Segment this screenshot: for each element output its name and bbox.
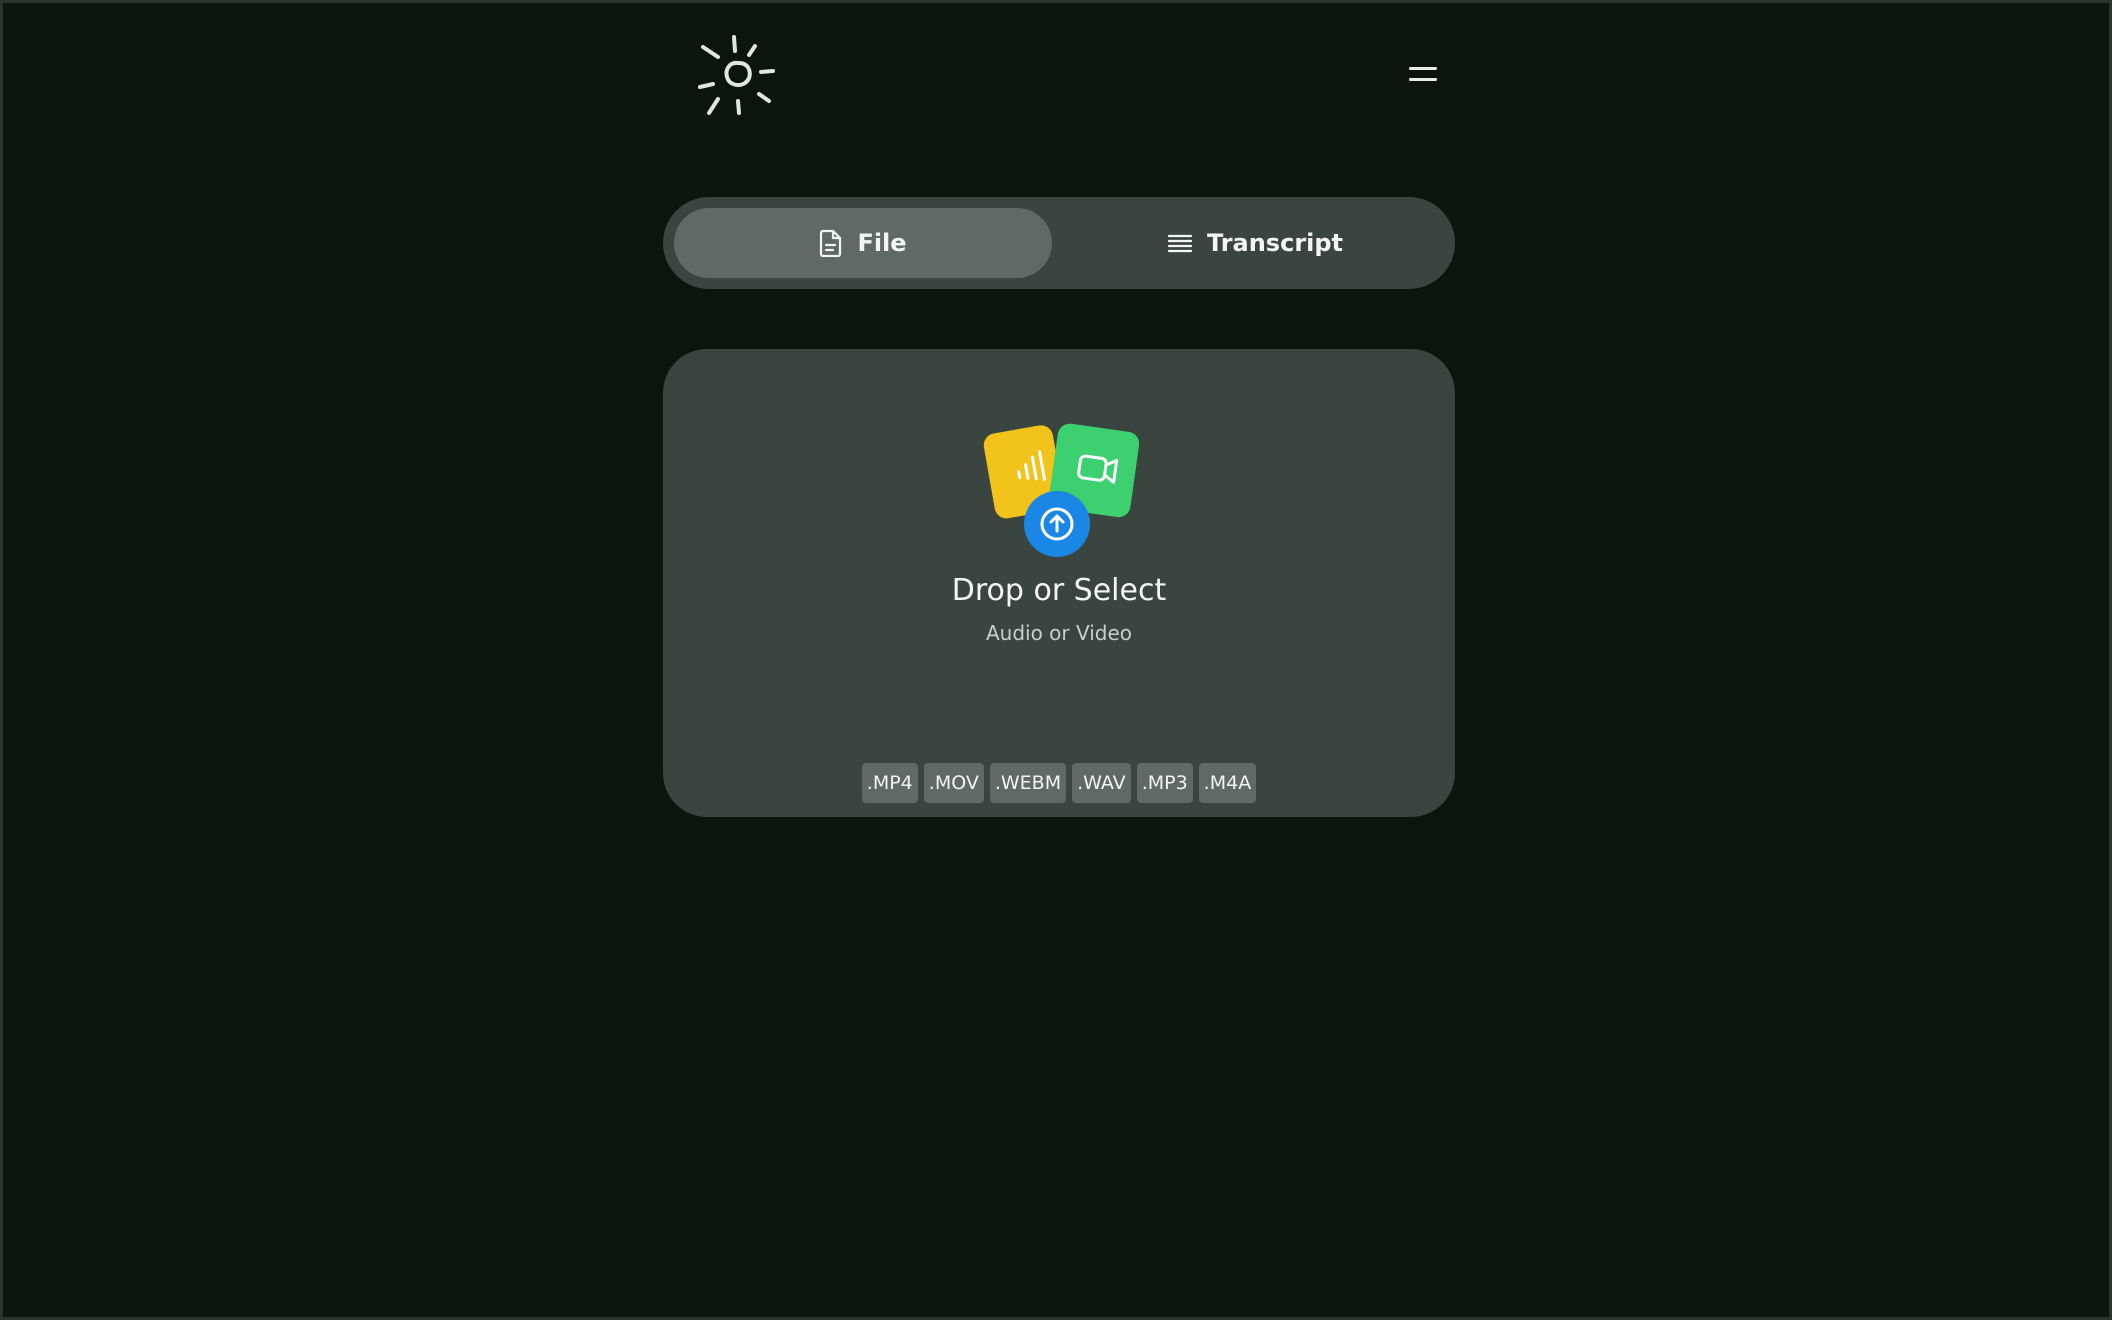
format-badge: .WEBM	[989, 763, 1067, 803]
mode-tab-bar: File Transcript	[663, 197, 1455, 289]
format-badge: .M4A	[1198, 763, 1257, 803]
tab-file[interactable]: File	[674, 208, 1052, 278]
media-upload-illustration	[983, 421, 1140, 561]
tab-transcript-label: Transcript	[1206, 229, 1344, 257]
dropzone-subtitle: Audio or Video	[985, 621, 1133, 645]
format-badge: .WAV	[1072, 763, 1131, 803]
supported-formats: .MP4 .MOV .WEBM .WAV .MP3 .M4A	[663, 763, 1455, 803]
format-badge: .MOV	[923, 763, 984, 803]
lines-icon	[1167, 233, 1193, 253]
menu-line	[1409, 78, 1437, 81]
format-badge: .MP4	[861, 763, 918, 803]
app-window: File Transcript Drop or Select Audio or …	[0, 0, 2112, 1320]
file-dropzone[interactable]: Drop or Select Audio or Video .MP4 .MOV …	[663, 349, 1455, 817]
tab-transcript[interactable]: Transcript	[1066, 208, 1444, 278]
sun-logo-icon[interactable]	[691, 29, 787, 125]
tab-file-label: File	[857, 229, 907, 257]
file-icon	[819, 229, 843, 257]
format-badge: .MP3	[1136, 763, 1193, 803]
menu-line	[1409, 67, 1437, 70]
upload-arrow-icon	[1024, 491, 1090, 557]
dropzone-title: Drop or Select	[951, 573, 1167, 608]
hamburger-menu-icon[interactable]	[1401, 59, 1443, 95]
